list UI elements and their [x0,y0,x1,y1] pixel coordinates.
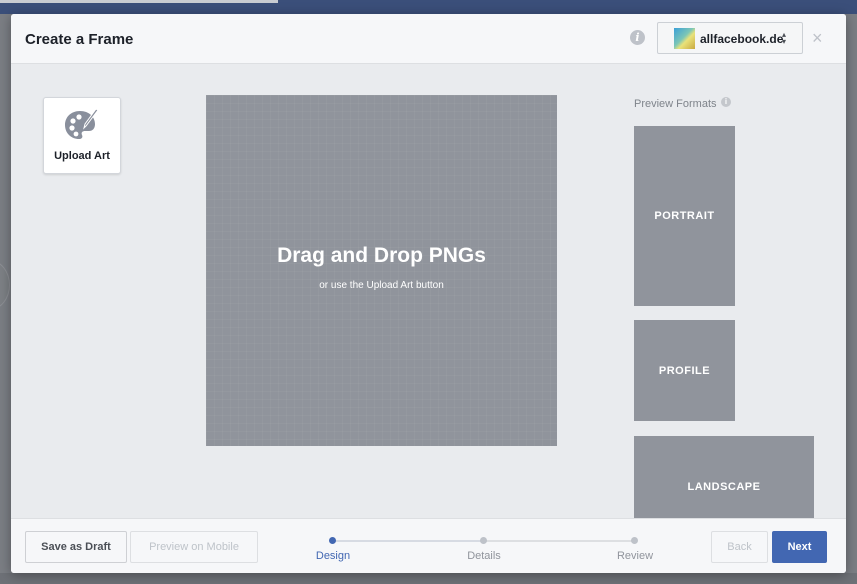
info-icon[interactable]: i [630,30,645,45]
create-frame-dialog: Create a Frame i allfacebook.de ▴ ▾ × Upl… [11,14,846,573]
step-label-details[interactable]: Details [454,550,514,562]
page-avatar [674,28,695,49]
step-label-design[interactable]: Design [303,550,363,562]
background-bottom-strip [0,573,857,584]
preview-profile[interactable]: PROFILE [634,320,735,421]
close-icon[interactable]: × [812,29,823,47]
palette-icon [65,108,99,139]
preview-info-icon[interactable]: i [721,97,731,107]
page-selector-label: allfacebook.de [700,32,784,46]
preview-formats-label: Preview Formats [634,98,717,110]
step-dot-review [631,537,638,544]
dialog-title: Create a Frame [25,31,134,48]
stepper-line [484,540,635,542]
step-label-review[interactable]: Review [605,550,665,562]
dialog-header: Create a Frame i allfacebook.de ▴ ▾ × [11,14,846,64]
back-button[interactable]: Back [711,531,768,563]
next-button[interactable]: Next [772,531,827,563]
save-draft-button[interactable]: Save as Draft [25,531,127,563]
drop-zone-subtitle: or use the Upload Art button [319,280,444,291]
sort-caret-icon: ▴ ▾ [782,30,787,46]
dialog-footer: Save as Draft Preview on Mobile Design D… [11,518,846,573]
step-dot-details [480,537,487,544]
background-progress-bar [0,0,278,3]
step-dot-design [329,537,336,544]
preview-portrait[interactable]: PORTRAIT [634,126,735,306]
preview-mobile-button[interactable]: Preview on Mobile [130,531,258,563]
upload-art-button[interactable]: Upload Art [43,97,121,174]
background-top-bar [0,0,857,14]
stepper-line [333,540,484,542]
drop-zone-title: Drag and Drop PNGs [277,244,486,267]
upload-art-label: Upload Art [54,150,110,162]
drop-zone[interactable]: Drag and Drop PNGs or use the Upload Art… [206,95,557,446]
page-selector[interactable]: allfacebook.de ▴ ▾ [657,22,803,54]
